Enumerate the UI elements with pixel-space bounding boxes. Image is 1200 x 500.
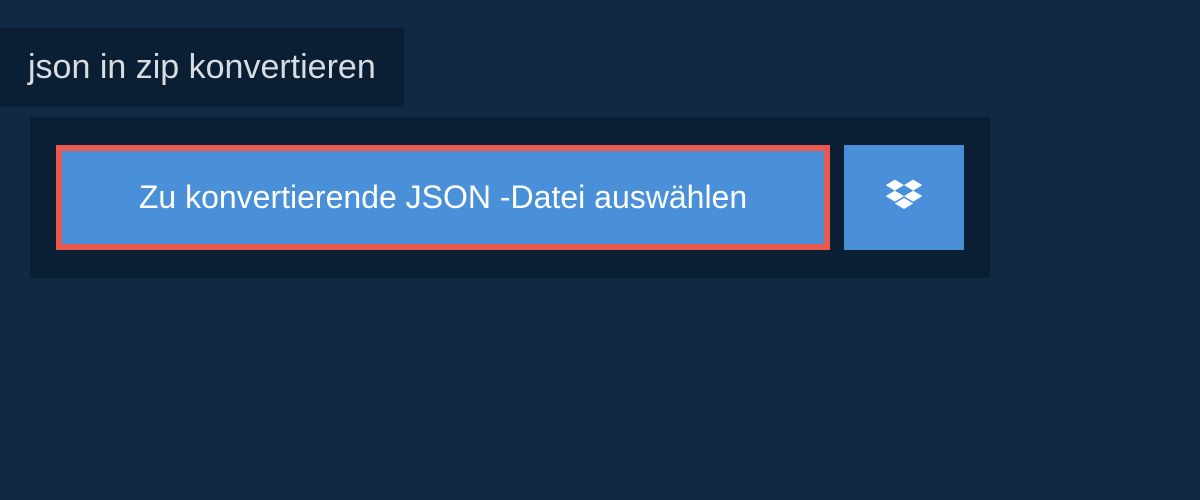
dropbox-icon — [882, 176, 926, 220]
select-file-button[interactable]: Zu konvertierende JSON -Datei auswählen — [56, 145, 830, 250]
file-select-panel: Zu konvertierende JSON -Datei auswählen — [30, 117, 990, 278]
page-title: json in zip konvertieren — [28, 48, 376, 87]
dropbox-button[interactable] — [844, 145, 964, 250]
page-header: json in zip konvertieren — [0, 28, 404, 107]
